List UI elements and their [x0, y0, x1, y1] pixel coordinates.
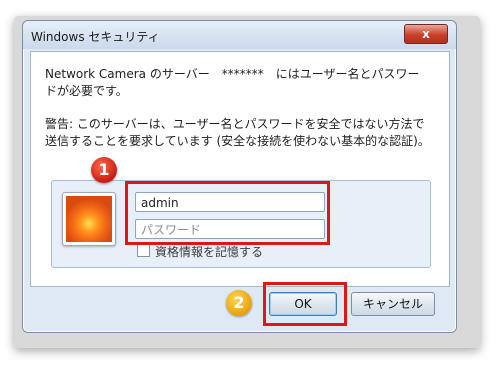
security-dialog: Windows セキュリティ x Network Camera のサーバー **… — [22, 20, 457, 333]
message-line-1: Network Camera のサーバー ******* にはユーザー名とパスワ… — [45, 67, 420, 81]
remember-credentials[interactable]: 資格情報を記憶する — [137, 243, 263, 260]
warning-line-1: 警告: このサーバーは、ユーザー名とパスワードを安全ではない方法で — [45, 117, 425, 131]
step-2-badge: 2 — [226, 290, 252, 316]
step-1-badge: 1 — [91, 157, 117, 183]
message-line-2: ドが必要です。 — [45, 84, 128, 98]
warning-line-2: 送信することを要求しています (安全な接続を使わない基本的な認証)。 — [45, 134, 430, 148]
user-avatar — [62, 192, 116, 246]
titlebar: Windows セキュリティ x — [23, 21, 456, 49]
close-button[interactable]: x — [404, 24, 448, 44]
cancel-button[interactable]: キャンセル — [351, 292, 435, 316]
ok-highlight-box — [263, 282, 347, 326]
close-icon: x — [422, 27, 430, 41]
credentials-highlight-box — [125, 181, 330, 245]
remember-checkbox[interactable] — [137, 244, 150, 257]
remember-label: 資格情報を記憶する — [155, 245, 264, 259]
flower-icon — [66, 196, 112, 242]
window-title: Windows セキュリティ — [31, 30, 160, 44]
